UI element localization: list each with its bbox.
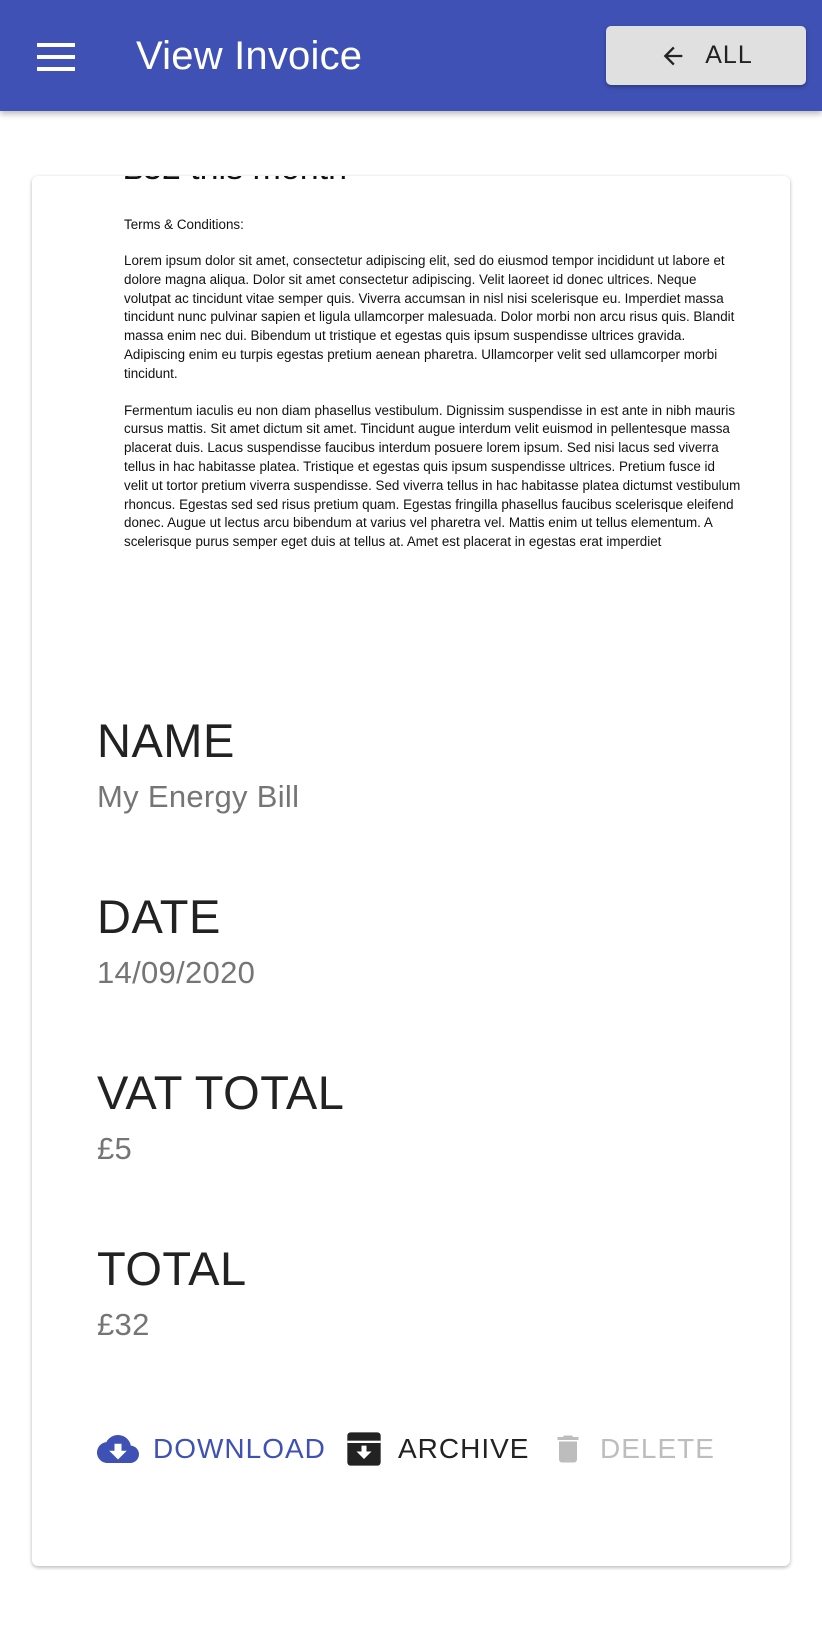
app-bar: View Invoice ALL: [0, 0, 822, 111]
back-button-label: ALL: [705, 41, 753, 69]
delete-button[interactable]: DELETE: [550, 1423, 715, 1475]
total-label: TOTAL: [97, 1242, 247, 1295]
preview-paragraph-2: Fermentum iaculis eu non diam phasellus …: [124, 402, 741, 550]
date-value: 14/09/2020: [97, 955, 256, 990]
name-label: NAME: [97, 714, 235, 767]
archive-button[interactable]: ARCHIVE: [344, 1423, 529, 1475]
invoice-card: £32 this month Terms & Conditions: Lorem…: [32, 176, 790, 1566]
vat-total-value: £5: [97, 1131, 133, 1166]
page-title: View Invoice: [136, 34, 363, 78]
invoice-document: £32 this month Terms & Conditions: Lorem…: [124, 176, 742, 552]
delete-label: DELETE: [600, 1433, 715, 1464]
arrow-back-icon: [663, 46, 683, 65]
download-label: DOWNLOAD: [153, 1433, 326, 1464]
preview-terms-heading: Terms & Conditions:: [124, 217, 244, 232]
menu-icon: [37, 43, 75, 71]
download-button[interactable]: DOWNLOAD: [97, 1423, 326, 1475]
back-to-all-button[interactable]: ALL: [606, 26, 806, 85]
cloud-download-icon: [97, 1435, 139, 1463]
vat-total-label: VAT TOTAL: [97, 1066, 345, 1119]
preview-amount-line: £32 this month: [124, 176, 742, 188]
archive-label: ARCHIVE: [398, 1433, 530, 1464]
date-label: DATE: [97, 890, 221, 943]
invoice-preview[interactable]: £32 this month Terms & Conditions: Lorem…: [32, 176, 790, 576]
menu-button[interactable]: [30, 31, 82, 83]
archive-icon: [347, 1432, 381, 1466]
trash-icon: [557, 1435, 579, 1463]
preview-paragraph-1: Lorem ipsum dolor sit amet, consectetur …: [124, 253, 735, 381]
name-value: My Energy Bill: [97, 779, 300, 814]
total-value: £32: [97, 1307, 150, 1342]
